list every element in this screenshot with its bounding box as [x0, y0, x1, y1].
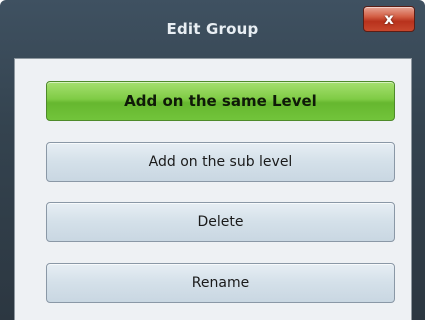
dialog-content: Add on the same Level Add on the sub lev…: [14, 58, 412, 320]
edit-group-dialog: Edit Group x Add on the same Level Add o…: [0, 0, 425, 320]
close-icon: x: [384, 9, 394, 28]
dialog-title: Edit Group: [166, 20, 259, 38]
add-sub-level-button[interactable]: Add on the sub level: [46, 142, 395, 182]
rename-button[interactable]: Rename: [46, 263, 395, 303]
title-bar: Edit Group x: [0, 0, 425, 58]
close-button[interactable]: x: [363, 6, 415, 32]
add-same-level-button[interactable]: Add on the same Level: [46, 81, 395, 121]
delete-button[interactable]: Delete: [46, 202, 395, 242]
